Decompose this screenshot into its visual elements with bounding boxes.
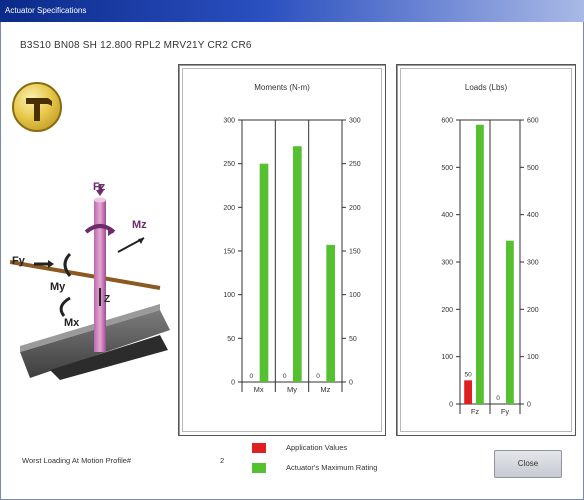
moments-bar-max-rating-mz — [326, 244, 335, 382]
loads-left-tick-label: 500 — [441, 165, 453, 172]
moments-chart: 0 050 50100 100150 150200 200250 250300 3000Mx0… — [223, 118, 361, 395]
moments-bar-max-rating-mx — [259, 163, 269, 382]
loads-right-tick-label: 300 — [527, 260, 539, 267]
moments-value-label-my: 0 — [283, 373, 287, 380]
moments-right-tick-label: 250 — [349, 161, 361, 168]
loads-left-tick-label: 0 — [449, 402, 453, 409]
mz-label: Mz — [132, 219, 147, 231]
legend-swatch-max-rating — [252, 463, 266, 473]
loads-right-tick-label: 500 — [527, 165, 539, 172]
moments-left-tick-label: 50 — [227, 336, 235, 343]
loads-right-tick-label: 400 — [527, 212, 539, 219]
legend-swatch-application — [252, 443, 266, 453]
moments-bar-max-rating-my — [293, 146, 302, 382]
loads-right-tick-label: 600 — [527, 118, 539, 125]
worst-loading-value: 2 — [220, 456, 225, 465]
loads-category-label-fy: Fy — [501, 407, 510, 416]
loads-left-tick-label: 300 — [441, 260, 453, 267]
loads-right-tick-label: 0 — [527, 402, 531, 409]
moments-left-tick-label: 200 — [223, 205, 235, 212]
y-axis-rod — [9, 260, 161, 290]
moments-left-tick-label: 150 — [223, 249, 235, 256]
loads-bar-max-rating-fz — [476, 124, 484, 404]
loads-value-label-fy: 0 — [496, 395, 500, 402]
actuator-axis-diagram: Fz Mz Fy My Mx Z — [9, 180, 170, 380]
z-axis-label: Z — [104, 294, 110, 305]
close-button[interactable]: Close — [494, 450, 562, 478]
moments-left-tick-label: 300 — [223, 118, 235, 125]
loads-bar-application-fz — [464, 380, 472, 404]
loads-left-tick-label: 600 — [441, 118, 453, 125]
loads-left-tick-label: 400 — [441, 212, 453, 219]
loads-right-tick-label: 200 — [527, 307, 539, 314]
moments-left-tick-label: 250 — [223, 161, 235, 168]
moments-category-label-my: My — [287, 385, 297, 394]
moments-right-tick-label: 100 — [349, 292, 361, 299]
fy-label: Fy — [12, 255, 26, 267]
moments-category-label-mx: Mx — [254, 385, 264, 394]
worst-loading-label: Worst Loading At Motion Profile# — [22, 456, 132, 465]
moments-right-tick-label: 150 — [349, 249, 361, 256]
loads-value-label-fz: 50 — [464, 371, 472, 378]
moments-value-label-mx: 0 — [250, 373, 254, 380]
moments-right-tick-label: 300 — [349, 118, 361, 125]
part-number: B3S10 BN08 SH 12.800 RPL2 MRV21Y CR2 CR6 — [20, 40, 252, 51]
window-title-bar[interactable]: Actuator Specifications — [0, 0, 584, 22]
loads-bar-max-rating-fy — [506, 240, 514, 404]
legend-label-application: Application Values — [286, 443, 348, 452]
moments-right-tick-label: 50 — [349, 336, 357, 343]
loads-category-label-fz: Fz — [471, 407, 480, 416]
loads-chart-panel: Loads (Lbs) 0 0 100 100 200 200 300 300 400 400 50… — [396, 64, 576, 436]
moments-left-tick-label: 100 — [223, 292, 235, 299]
my-label: My — [50, 281, 66, 293]
moments-left-tick-label: 0 — [231, 380, 235, 387]
mx-label: Mx — [64, 317, 80, 329]
moments-chart-panel: Moments (N-m) 0 0 50 50 100 100 150 150 200 200 25… — [178, 64, 386, 436]
z-axis-rod — [94, 200, 106, 352]
loads-right-tick-label: 100 — [527, 354, 539, 361]
moments-category-label-mz: Mz — [320, 385, 330, 394]
legend-label-max-rating: Actuator's Maximum Rating — [286, 463, 378, 472]
company-logo — [12, 82, 62, 132]
moments-right-tick-label: 0 — [349, 380, 353, 387]
moments-value-label-mz: 0 — [316, 373, 320, 380]
loads-chart: 0 0100 100200 200300 300400 400500 500600 60050… — [441, 118, 539, 417]
loads-left-tick-label: 100 — [441, 354, 453, 361]
window-title: Actuator Specifications — [5, 6, 87, 15]
loads-left-tick-label: 200 — [441, 307, 453, 314]
moments-right-tick-label: 200 — [349, 205, 361, 212]
fz-label: Fz — [93, 181, 106, 193]
logo-t-mark — [26, 98, 52, 121]
